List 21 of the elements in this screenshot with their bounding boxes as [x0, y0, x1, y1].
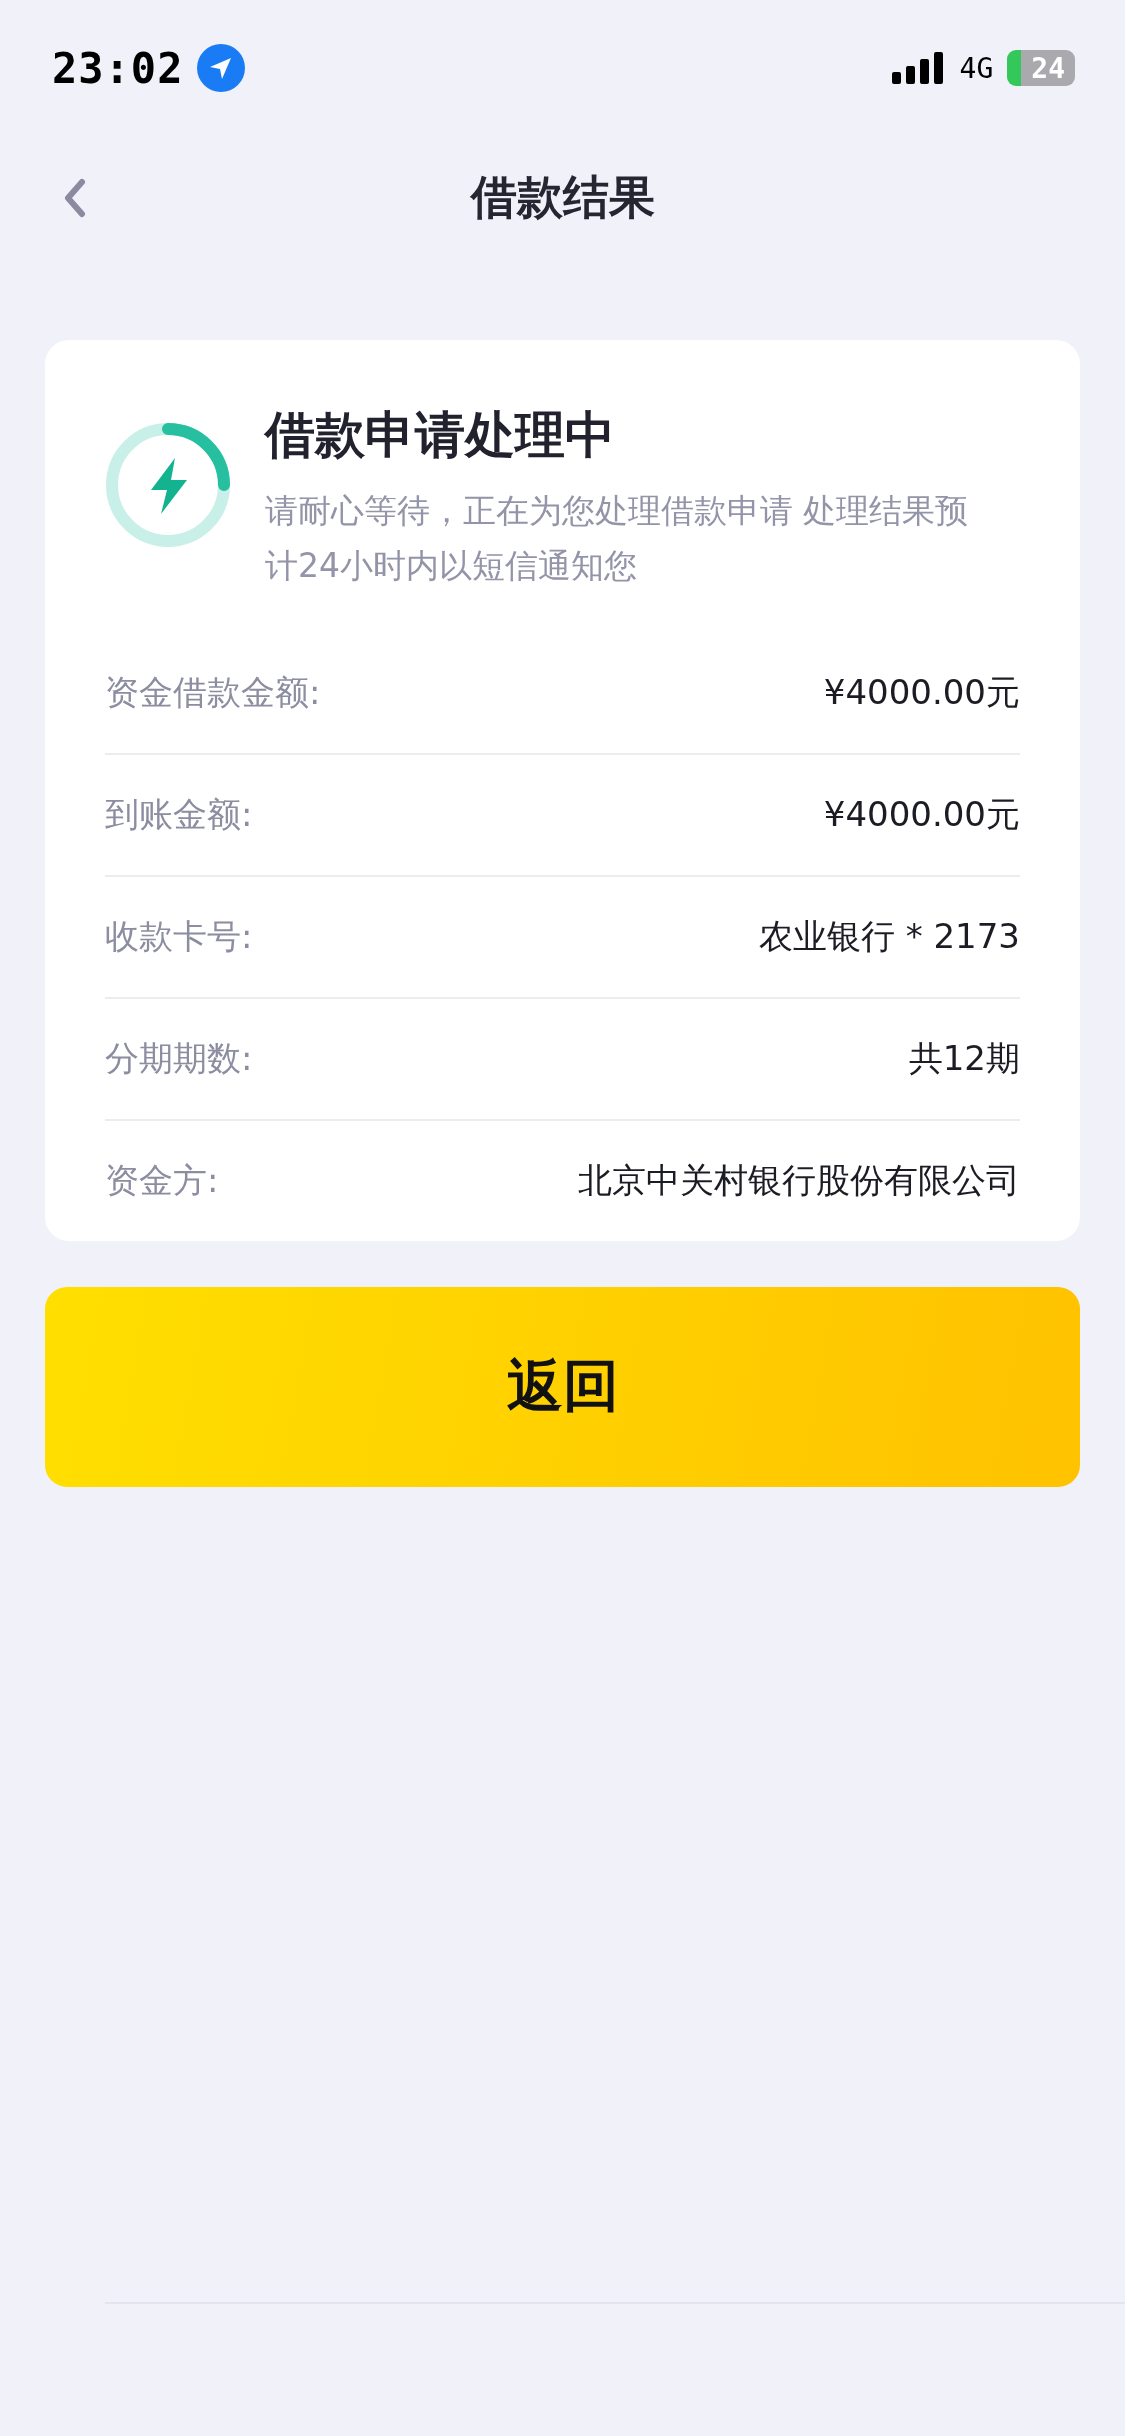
detail-value: ¥4000.00元	[823, 793, 1020, 836]
status-time: 23:02	[52, 43, 184, 93]
location-icon	[197, 44, 246, 92]
detail-label: 资金借款金额:	[105, 671, 321, 714]
return-button[interactable]: 返回	[45, 1287, 1080, 1487]
detail-label: 资金方:	[105, 1159, 219, 1202]
battery-level: 24	[1007, 50, 1075, 86]
detail-label: 分期期数:	[105, 1037, 253, 1080]
page-title: 借款结果	[470, 169, 655, 226]
network-label: 4G	[959, 51, 994, 85]
back-icon	[62, 178, 86, 218]
signal-icon	[891, 52, 946, 84]
status-title: 借款申请处理中	[265, 405, 616, 466]
detail-label: 到账金额:	[105, 793, 253, 836]
lightning-progress-icon	[105, 422, 231, 548]
detail-value: ¥4000.00元	[823, 671, 1020, 714]
detail-value: 北京中关村银行股份有限公司	[578, 1159, 1020, 1202]
detail-value: 共12期	[908, 1037, 1020, 1080]
detail-label: 收款卡号:	[105, 915, 253, 958]
detail-value: 农业银行 * 2173	[758, 915, 1020, 958]
status-description: 请耐心等待，正在为您处理借款申请 处理结果预计24小时内以短信通知您	[265, 490, 970, 587]
